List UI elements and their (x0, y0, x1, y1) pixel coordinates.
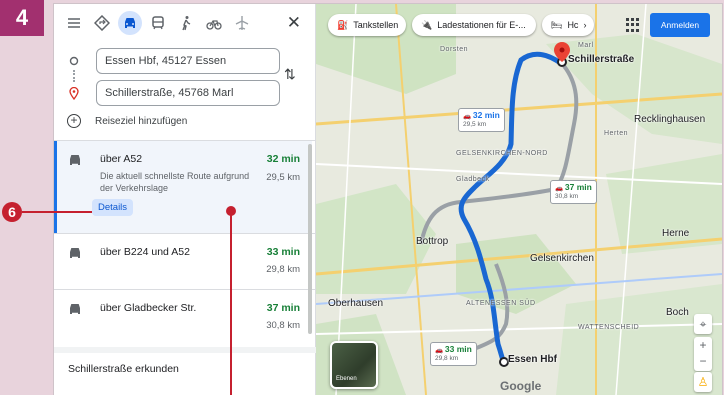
chip-hotels[interactable]: 🛏 Hc › (542, 14, 594, 36)
origin-label: Essen Hbf (508, 354, 557, 365)
route-distance: 30,8 km (266, 320, 300, 331)
layers-label: Ebenen (336, 376, 357, 382)
map-background (316, 4, 722, 395)
close-icon[interactable]: ✕ (287, 13, 301, 33)
place-label: Herten (604, 130, 629, 137)
destination-pin-icon (66, 86, 82, 100)
place-label: ALTENESSEN SÜD (466, 300, 536, 307)
annotation-number: 6 (2, 202, 22, 222)
zoom-out-button[interactable]: − (694, 353, 712, 369)
chip-charging-stations[interactable]: 🔌 Ladestationen für E-... (412, 14, 536, 36)
route-name: über A52 (100, 153, 143, 165)
place-label: GELSENKIRCHEN-NORD (456, 150, 548, 157)
details-button[interactable]: Details (92, 199, 134, 216)
route-distance: 29,5 km (266, 172, 300, 183)
place-label: Marl (578, 42, 594, 49)
my-location-button[interactable]: ⌖ (694, 314, 712, 334)
route-callout-alt-gladbecker[interactable]: 🚗 37 min 30,8 km (550, 180, 597, 204)
destination-row: Schillerstraße, 45768 Marl (66, 80, 280, 106)
charging-station-icon: 🔌 (421, 19, 433, 30)
route-time: 32 min (266, 153, 300, 165)
place-label: Boch (666, 307, 689, 318)
route-name: über Gladbecker Str. (100, 302, 197, 314)
place-label: Herne (662, 228, 690, 239)
sign-in-button[interactable]: Anmelden (650, 13, 710, 37)
zoom-in-button[interactable]: + (694, 337, 712, 353)
map-canvas[interactable]: ⛽ Tankstellen 🔌 Ladestationen für E-... 🛏 H… (316, 4, 722, 395)
origin-row: Essen Hbf, 45127 Essen (66, 48, 280, 74)
layers-button[interactable]: Ebenen (330, 341, 378, 389)
route-time: 37 min (266, 302, 300, 314)
step-badge: 4 (0, 0, 44, 36)
car-icon[interactable] (118, 11, 142, 35)
add-destination-label: Reiseziel hinzufügen (95, 115, 188, 127)
hotel-icon: 🛏 (551, 19, 563, 30)
apps-grid-icon[interactable] (626, 18, 640, 32)
transit-icon[interactable] (146, 11, 170, 35)
travel-mode-bar: ✕ (54, 4, 315, 42)
menu-icon[interactable] (62, 11, 86, 35)
route-time: 33 min (266, 246, 300, 258)
destination-label: Schillerstraße (568, 54, 635, 65)
plus-icon: + (67, 114, 81, 128)
gas-station-icon: ⛽ (337, 19, 349, 30)
annotation-leader-line (22, 211, 92, 213)
add-destination-button[interactable]: + Reiseziel hinzufügen (67, 114, 187, 128)
annotation-pointer-line (230, 211, 232, 395)
route-callout-alt-b224[interactable]: 🚗 33 min 29,8 km (430, 342, 477, 366)
place-label: Bottrop (416, 236, 449, 247)
route-option-gladbecker[interactable]: über Gladbecker Str. 37 min 30,8 km (54, 290, 312, 340)
explore-destination-link[interactable]: Schillerstraße erkunden (68, 363, 179, 375)
annotation-pointer-dot (226, 206, 236, 216)
directions-panel: ✕ Essen Hbf, 45127 Essen Schillerstraße,… (54, 4, 316, 395)
best-route-icon[interactable] (90, 11, 114, 35)
google-logo: Google (500, 379, 542, 393)
origin-dot-icon (66, 56, 82, 66)
origin-input[interactable]: Essen Hbf, 45127 Essen (96, 48, 280, 74)
place-label: WATTENSCHEID (578, 324, 640, 331)
place-label: Dorsten (440, 46, 469, 53)
chip-gas-stations[interactable]: ⛽ Tankstellen (328, 14, 406, 36)
section-divider (54, 347, 316, 353)
route-option-b224[interactable]: über B224 und A52 33 min 29,8 km (54, 234, 312, 289)
route-name: über B224 und A52 (100, 246, 190, 258)
swap-icon[interactable]: ⇅ (284, 66, 296, 83)
route-distance: 29,8 km (266, 264, 300, 275)
car-icon: 🚗 (555, 185, 564, 192)
zoom-controls: + − (694, 337, 712, 371)
destination-input[interactable]: Schillerstraße, 45768 Marl (96, 80, 280, 106)
flight-icon[interactable] (230, 11, 254, 35)
car-icon: 🚗 (463, 113, 472, 120)
maps-window: ✕ Essen Hbf, 45127 Essen Schillerstraße,… (54, 4, 722, 395)
route-callout-main[interactable]: 🚗 32 min 29,5 km (458, 108, 505, 132)
scrollbar[interactable] (308, 144, 312, 334)
car-icon (70, 248, 80, 258)
car-icon: 🚗 (435, 347, 444, 354)
place-label: Recklinghausen (634, 114, 706, 125)
place-label: Oberhausen (328, 298, 384, 309)
place-label: Gladbeck (456, 176, 490, 183)
street-view-pegman-icon[interactable]: ♙ (694, 372, 712, 392)
route-option-a52[interactable]: über A52 32 min Die aktuell schnellste R… (54, 141, 312, 233)
walk-icon[interactable] (174, 11, 198, 35)
chevron-right-icon: › (583, 20, 587, 30)
car-icon (70, 155, 80, 165)
route-description: Die aktuell schnellste Route aufgrund de… (100, 171, 250, 193)
car-icon (70, 304, 80, 314)
place-label: Gelsenkirchen (530, 253, 594, 264)
bicycle-icon[interactable] (202, 11, 226, 35)
